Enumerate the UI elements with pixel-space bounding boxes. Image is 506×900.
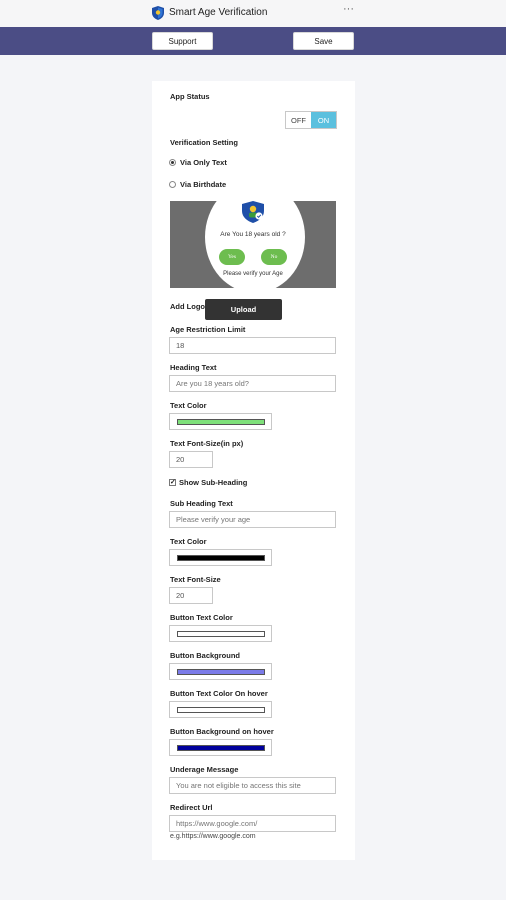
button-background-swatch <box>177 669 265 675</box>
font-size-input[interactable] <box>169 451 213 468</box>
button-bg-hover-swatch <box>177 745 265 751</box>
show-subheading-checkbox[interactable]: ✓ <box>169 479 176 486</box>
shield-logo-icon <box>152 6 164 20</box>
preview-subtext: Please verify your Age <box>223 271 283 277</box>
underage-message-label: Underage Message <box>170 765 239 774</box>
preview-question: Are You 18 years old ? <box>220 231 286 238</box>
button-text-hover-picker[interactable] <box>169 701 272 718</box>
button-bg-hover-label: Button Background on hover <box>170 727 274 736</box>
radio-button-checked[interactable] <box>169 159 176 166</box>
subheading-text-label: Sub Heading Text <box>170 499 233 508</box>
subheading-text-input[interactable] <box>169 511 336 528</box>
button-text-hover-label: Button Text Color On hover <box>170 689 268 698</box>
font-size-label: Text Font-Size(in px) <box>170 439 244 448</box>
verification-setting-label: Verification Setting <box>170 138 238 147</box>
text-color-picker[interactable] <box>169 413 272 430</box>
button-text-color-label: Button Text Color <box>170 613 233 622</box>
sub-text-color-label: Text Color <box>170 537 207 546</box>
action-bar: Support Save <box>0 27 506 55</box>
button-text-color-swatch <box>177 631 265 637</box>
show-subheading-option[interactable]: ✓ Show Sub-Heading <box>169 478 247 487</box>
redirect-url-input[interactable] <box>169 815 336 832</box>
age-limit-label: Age Restriction Limit <box>170 325 246 334</box>
button-text-hover-swatch <box>177 707 265 713</box>
preview-no-button: No <box>261 249 287 265</box>
button-background-picker[interactable] <box>169 663 272 680</box>
add-logo-label: Add Logo <box>170 302 205 311</box>
support-button[interactable]: Support <box>152 32 213 50</box>
shield-logo-icon <box>242 201 264 223</box>
text-color-label: Text Color <box>170 401 207 410</box>
sub-text-color-picker[interactable] <box>169 549 272 566</box>
app-header: Smart Age Verification ··· <box>0 0 506 27</box>
toggle-on[interactable]: ON <box>311 112 336 128</box>
preview-yes-button: Yes <box>219 249 245 265</box>
redirect-url-label: Redirect Url <box>170 803 213 812</box>
app-title: Smart Age Verification <box>169 7 268 18</box>
text-color-swatch <box>177 419 265 425</box>
upload-button[interactable]: Upload <box>205 299 282 320</box>
app-status-label: App Status <box>170 92 210 101</box>
button-background-label: Button Background <box>170 651 240 660</box>
heading-text-input[interactable] <box>169 375 336 392</box>
underage-message-input[interactable] <box>169 777 336 794</box>
heading-text-label: Heading Text <box>170 363 217 372</box>
button-bg-hover-picker[interactable] <box>169 739 272 756</box>
show-subheading-label: Show Sub-Heading <box>179 478 248 487</box>
sub-font-size-label: Text Font-Size <box>170 575 221 584</box>
more-dots-icon[interactable]: ··· <box>343 3 354 15</box>
radio-label: Via Only Text <box>180 158 227 167</box>
save-button[interactable]: Save <box>293 32 354 50</box>
button-text-color-picker[interactable] <box>169 625 272 642</box>
radio-via-only-text[interactable]: Via Only Text <box>169 158 227 167</box>
radio-button[interactable] <box>169 181 176 188</box>
app-status-toggle[interactable]: OFF ON <box>285 111 337 129</box>
radio-label: Via Birthdate <box>180 180 227 189</box>
radio-via-birthdate[interactable]: Via Birthdate <box>169 180 226 189</box>
sub-text-color-swatch <box>177 555 265 561</box>
popup-preview: Are You 18 years old ? Yes No Please ver… <box>170 201 336 288</box>
redirect-url-hint: e.g.https://www.google.com <box>170 833 256 840</box>
age-limit-input[interactable] <box>169 337 336 354</box>
toggle-off[interactable]: OFF <box>286 112 311 128</box>
sub-font-size-input[interactable] <box>169 587 213 604</box>
